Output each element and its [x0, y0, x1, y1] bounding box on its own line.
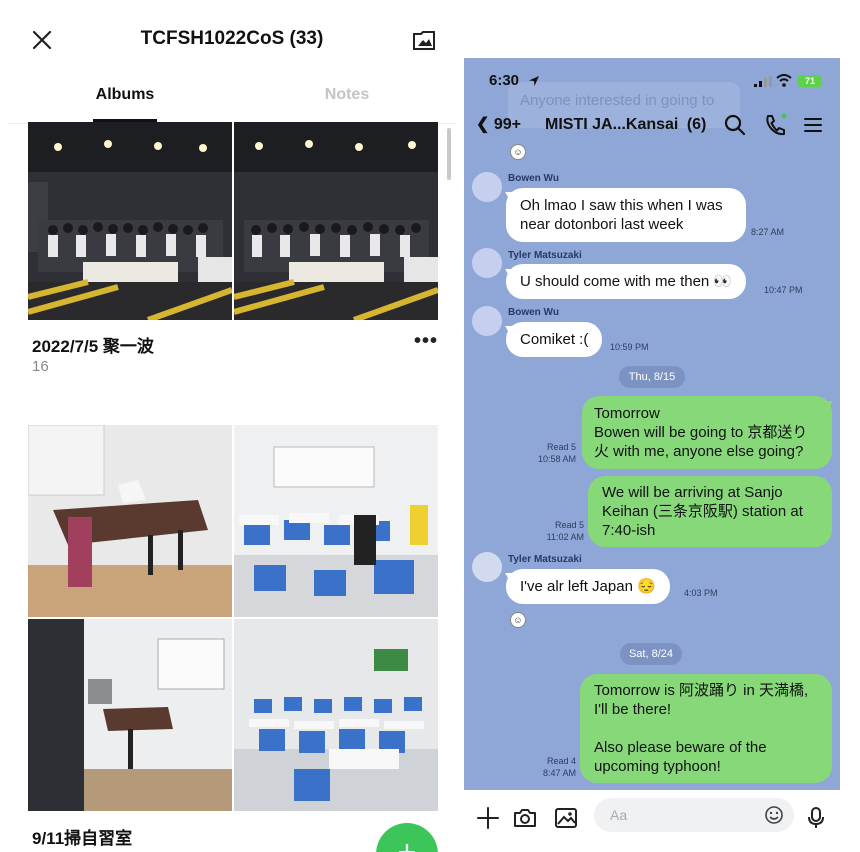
- battery-icon: 71: [798, 75, 822, 87]
- date-separator: Sat, 8/24: [620, 643, 682, 665]
- message-input-placeholder: Aa: [610, 807, 628, 823]
- sender-name: Bowen Wu: [508, 173, 559, 184]
- message-time: 10:58 AM: [537, 454, 576, 464]
- image-icon[interactable]: [552, 804, 580, 832]
- emoji-icon[interactable]: [764, 805, 784, 825]
- album-photo[interactable]: [234, 619, 438, 811]
- read-receipt: Read 5: [554, 520, 584, 530]
- message-bubble[interactable]: I've alr left Japan 😔: [506, 569, 670, 604]
- wifi-icon: [776, 74, 792, 87]
- reaction-icon[interactable]: ☺: [510, 144, 526, 160]
- message-line: Keihan (三条京阪駅) station at: [602, 503, 803, 520]
- read-receipt: Read 4: [546, 756, 576, 766]
- tab-albums[interactable]: Albums: [65, 86, 185, 104]
- more-options-icon[interactable]: •••: [414, 330, 438, 353]
- avatar[interactable]: [472, 552, 502, 582]
- message-time: 10:47 PM: [764, 285, 803, 295]
- status-time: 6:30: [489, 72, 520, 89]
- chevron-left-icon: ❮: [476, 116, 490, 133]
- album-title[interactable]: 2022/7/5 聚一波: [32, 332, 154, 357]
- message-line: I'll be there!: [594, 701, 672, 718]
- chat-title[interactable]: MISTI JA...Kansai (6): [545, 116, 706, 134]
- message-line: Tomorrow is 阿波踊り in 天満橋,: [594, 682, 809, 699]
- status-bar: 6:30 71: [464, 58, 840, 104]
- message-line: 7:40-ish: [602, 522, 656, 539]
- message-bubble[interactable]: Tomorrow Bowen will be going to 京都送り 火 w…: [582, 396, 832, 469]
- search-icon[interactable]: [722, 112, 748, 138]
- album-photo[interactable]: [28, 619, 232, 811]
- message-bubble[interactable]: Oh lmao I saw this when I was near doton…: [506, 188, 746, 242]
- message-line: Also please beware of the: [594, 739, 767, 756]
- album-icon[interactable]: [410, 26, 438, 54]
- album-photo[interactable]: [28, 122, 232, 320]
- message-bubble[interactable]: Comiket :(: [506, 322, 603, 357]
- message-line: 火 with me, anyone else going?: [594, 443, 804, 460]
- avatar[interactable]: [472, 306, 502, 336]
- add-album-button[interactable]: +: [376, 823, 438, 852]
- unread-count: 99+: [493, 116, 521, 133]
- signal-icon: [754, 76, 772, 87]
- avatar[interactable]: [472, 172, 502, 202]
- plus-icon[interactable]: [474, 804, 502, 832]
- message-input[interactable]: Aa: [594, 798, 794, 832]
- sender-name: Tyler Matsuzaki: [508, 554, 582, 565]
- message-time: 4:03 PM: [684, 588, 718, 598]
- chat-name: MISTI JA...Kansai: [545, 116, 679, 133]
- sender-name: Tyler Matsuzaki: [508, 250, 582, 261]
- album-photo[interactable]: [234, 122, 438, 320]
- scrollbar[interactable]: [447, 128, 451, 180]
- album-panel: TCFSH1022CoS (33) Albums Notes 2022/7/5 …: [8, 8, 456, 852]
- phone-icon[interactable]: [762, 112, 788, 138]
- message-line: Tomorrow: [594, 405, 660, 422]
- album-photo[interactable]: [234, 425, 438, 617]
- location-arrow-icon: [529, 76, 539, 86]
- read-receipt: Read 5: [546, 442, 576, 452]
- message-line: We will be arriving at Sanjo: [602, 484, 783, 501]
- camera-icon[interactable]: [511, 804, 539, 832]
- message-line: Bowen will be going to 京都送り: [594, 424, 808, 441]
- tab-notes[interactable]: Notes: [287, 86, 407, 104]
- message-line: upcoming typhoon!: [594, 758, 721, 775]
- message-line: [594, 719, 818, 738]
- sender-name: Bowen Wu: [508, 307, 559, 318]
- message-time: 11:02 AM: [546, 532, 584, 542]
- chat-panel: Anyone interested in going to 6:30 71 ❮ …: [464, 58, 840, 852]
- screenshot-root: TCFSH1022CoS (33) Albums Notes 2022/7/5 …: [0, 0, 860, 852]
- reaction-icon[interactable]: ☺: [510, 612, 526, 628]
- back-button[interactable]: ❮ 99+: [476, 114, 521, 134]
- album-count: 16: [32, 358, 49, 375]
- album-header-title: TCFSH1022CoS (33): [140, 28, 324, 49]
- member-count: (6): [686, 116, 707, 133]
- chat-header: ❮ 99+ MISTI JA...Kansai (6): [464, 110, 840, 142]
- album-title[interactable]: 9/11掃自習室: [32, 824, 132, 849]
- message-bubble[interactable]: U should come with me then 👀: [506, 264, 747, 299]
- album-photo[interactable]: [28, 425, 232, 617]
- message-input-bar: Aa: [464, 790, 840, 852]
- message-time: 10:59 PM: [610, 342, 649, 352]
- avatar[interactable]: [472, 248, 502, 278]
- menu-icon[interactable]: [800, 112, 826, 138]
- date-separator: Thu, 8/15: [619, 366, 685, 388]
- album-tabs: Albums Notes: [8, 80, 456, 124]
- message-bubble[interactable]: We will be arriving at Sanjo Keihan (三条京…: [588, 476, 832, 547]
- microphone-icon[interactable]: [802, 804, 830, 832]
- message-bubble[interactable]: Tomorrow is 阿波踊り in 天満橋, I'll be there! …: [580, 674, 832, 783]
- message-time: 8:27 AM: [751, 227, 785, 237]
- message-time: 8:47 AM: [542, 768, 576, 778]
